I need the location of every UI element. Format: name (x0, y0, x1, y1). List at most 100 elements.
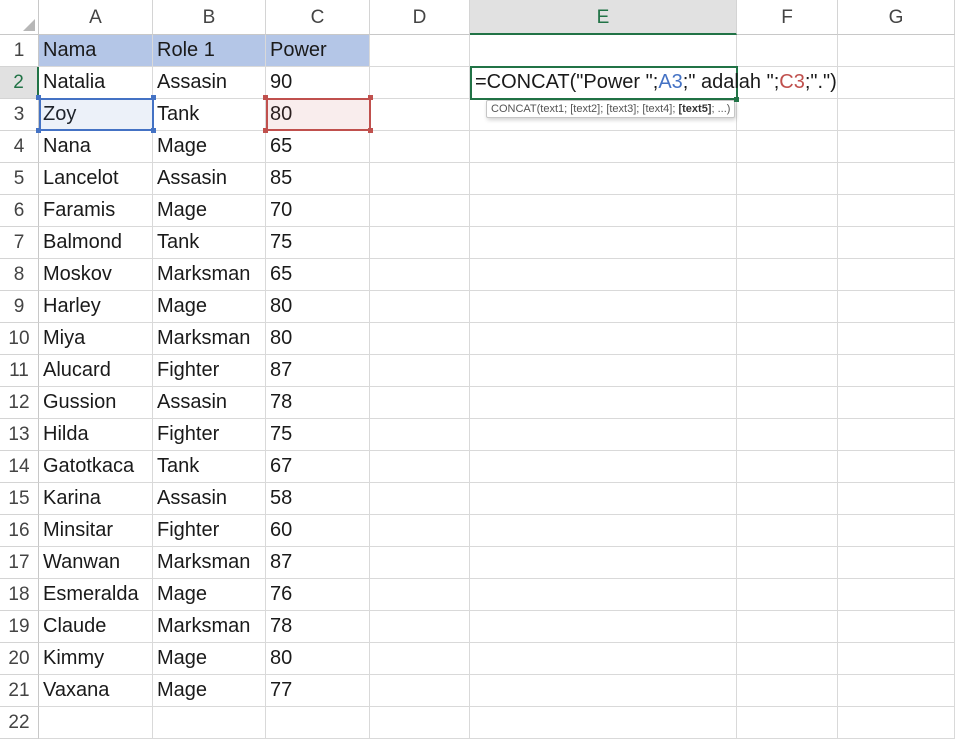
cell-b13[interactable]: Fighter (153, 419, 266, 451)
cell-b4[interactable]: Mage (153, 131, 266, 163)
column-header-d[interactable]: D (370, 0, 470, 35)
row-header-10[interactable]: 10 (0, 323, 39, 355)
column-header-e[interactable]: E (470, 0, 737, 35)
cell-g13[interactable] (838, 419, 955, 451)
spreadsheet-grid[interactable]: ABCDEFG 1 2 3 4 5 6 7 8 9 10 11 12 13 14 15 16 17 18 19 20 2… (0, 0, 955, 745)
reference-a3-resize-handle[interactable] (151, 95, 156, 100)
cell-c11[interactable]: 87 (266, 355, 370, 387)
select-all-corner[interactable] (0, 0, 39, 35)
cell-a9[interactable]: Harley (39, 291, 153, 323)
cell-e14[interactable] (470, 451, 737, 483)
cell-b16[interactable]: Fighter (153, 515, 266, 547)
cell-g21[interactable] (838, 675, 955, 707)
row-header-7[interactable]: 7 (0, 227, 39, 259)
cell-b19[interactable]: Marksman (153, 611, 266, 643)
cell-f14[interactable] (737, 451, 838, 483)
cell-b12[interactable]: Assasin (153, 387, 266, 419)
cell-f21[interactable] (737, 675, 838, 707)
cell-g12[interactable] (838, 387, 955, 419)
cell-e15[interactable] (470, 483, 737, 515)
row-header-13[interactable]: 13 (0, 419, 39, 451)
cell-f8[interactable] (737, 259, 838, 291)
cell-d2[interactable] (370, 67, 470, 99)
cell-f17[interactable] (737, 547, 838, 579)
column-header-a[interactable]: A (39, 0, 153, 35)
cell-e22[interactable] (470, 707, 737, 739)
cell-b3[interactable]: Tank (153, 99, 266, 131)
cell-f20[interactable] (737, 643, 838, 675)
cell-a1[interactable]: Nama (39, 35, 153, 67)
cell-a6[interactable]: Faramis (39, 195, 153, 227)
cell-c17[interactable]: 87 (266, 547, 370, 579)
cell-b2[interactable]: Assasin (153, 67, 266, 99)
cell-d18[interactable] (370, 579, 470, 611)
cell-e1[interactable] (470, 35, 737, 67)
row-header-3[interactable]: 3 (0, 99, 39, 131)
cell-d15[interactable] (370, 483, 470, 515)
cell-a7[interactable]: Balmond (39, 227, 153, 259)
cell-e16[interactable] (470, 515, 737, 547)
cell-b21[interactable]: Mage (153, 675, 266, 707)
cell-a10[interactable]: Miya (39, 323, 153, 355)
cell-a21[interactable]: Vaxana (39, 675, 153, 707)
cell-c21[interactable]: 77 (266, 675, 370, 707)
cell-d1[interactable] (370, 35, 470, 67)
cell-d19[interactable] (370, 611, 470, 643)
cell-c4[interactable]: 65 (266, 131, 370, 163)
cell-e9[interactable] (470, 291, 737, 323)
cell-a2[interactable]: Natalia (39, 67, 153, 99)
cell-e4[interactable] (470, 131, 737, 163)
row-header-22[interactable]: 22 (0, 707, 39, 739)
cell-c22[interactable] (266, 707, 370, 739)
cell-f6[interactable] (737, 195, 838, 227)
cell-d21[interactable] (370, 675, 470, 707)
cell-e10[interactable] (470, 323, 737, 355)
cell-b9[interactable]: Mage (153, 291, 266, 323)
cell-b6[interactable]: Mage (153, 195, 266, 227)
cell-d14[interactable] (370, 451, 470, 483)
row-header-6[interactable]: 6 (0, 195, 39, 227)
cell-f10[interactable] (737, 323, 838, 355)
cell-a16[interactable]: Minsitar (39, 515, 153, 547)
cell-f1[interactable] (737, 35, 838, 67)
row-header-20[interactable]: 20 (0, 643, 39, 675)
cell-a14[interactable]: Gatotkaca (39, 451, 153, 483)
cell-g18[interactable] (838, 579, 955, 611)
cell-f9[interactable] (737, 291, 838, 323)
reference-c3-resize-handle[interactable] (368, 128, 373, 133)
cell-d4[interactable] (370, 131, 470, 163)
cell-c1[interactable]: Power (266, 35, 370, 67)
cell-g20[interactable] (838, 643, 955, 675)
cell-b11[interactable]: Fighter (153, 355, 266, 387)
cell-g3[interactable] (838, 99, 955, 131)
cell-f18[interactable] (737, 579, 838, 611)
cell-g5[interactable] (838, 163, 955, 195)
cell-f11[interactable] (737, 355, 838, 387)
cell-c13[interactable]: 75 (266, 419, 370, 451)
column-header-g[interactable]: G (838, 0, 955, 35)
cell-e6[interactable] (470, 195, 737, 227)
cell-c7[interactable]: 75 (266, 227, 370, 259)
cell-f15[interactable] (737, 483, 838, 515)
reference-c3-resize-handle[interactable] (263, 128, 268, 133)
reference-c3-resize-handle[interactable] (263, 95, 268, 100)
cell-a13[interactable]: Hilda (39, 419, 153, 451)
cell-d22[interactable] (370, 707, 470, 739)
cell-b1[interactable]: Role 1 (153, 35, 266, 67)
cell-a22[interactable] (39, 707, 153, 739)
cell-f12[interactable] (737, 387, 838, 419)
cell-d5[interactable] (370, 163, 470, 195)
cell-b5[interactable]: Assasin (153, 163, 266, 195)
reference-a3-resize-handle[interactable] (36, 128, 41, 133)
cell-a20[interactable]: Kimmy (39, 643, 153, 675)
cell-e17[interactable] (470, 547, 737, 579)
cell-c18[interactable]: 76 (266, 579, 370, 611)
column-header-b[interactable]: B (153, 0, 266, 35)
cell-b18[interactable]: Mage (153, 579, 266, 611)
cell-f4[interactable] (737, 131, 838, 163)
cell-g14[interactable] (838, 451, 955, 483)
cell-f22[interactable] (737, 707, 838, 739)
function-tooltip[interactable]: CONCAT(text1; [text2]; [text3]; [text4];… (486, 100, 736, 118)
cell-a5[interactable]: Lancelot (39, 163, 153, 195)
cell-c16[interactable]: 60 (266, 515, 370, 547)
